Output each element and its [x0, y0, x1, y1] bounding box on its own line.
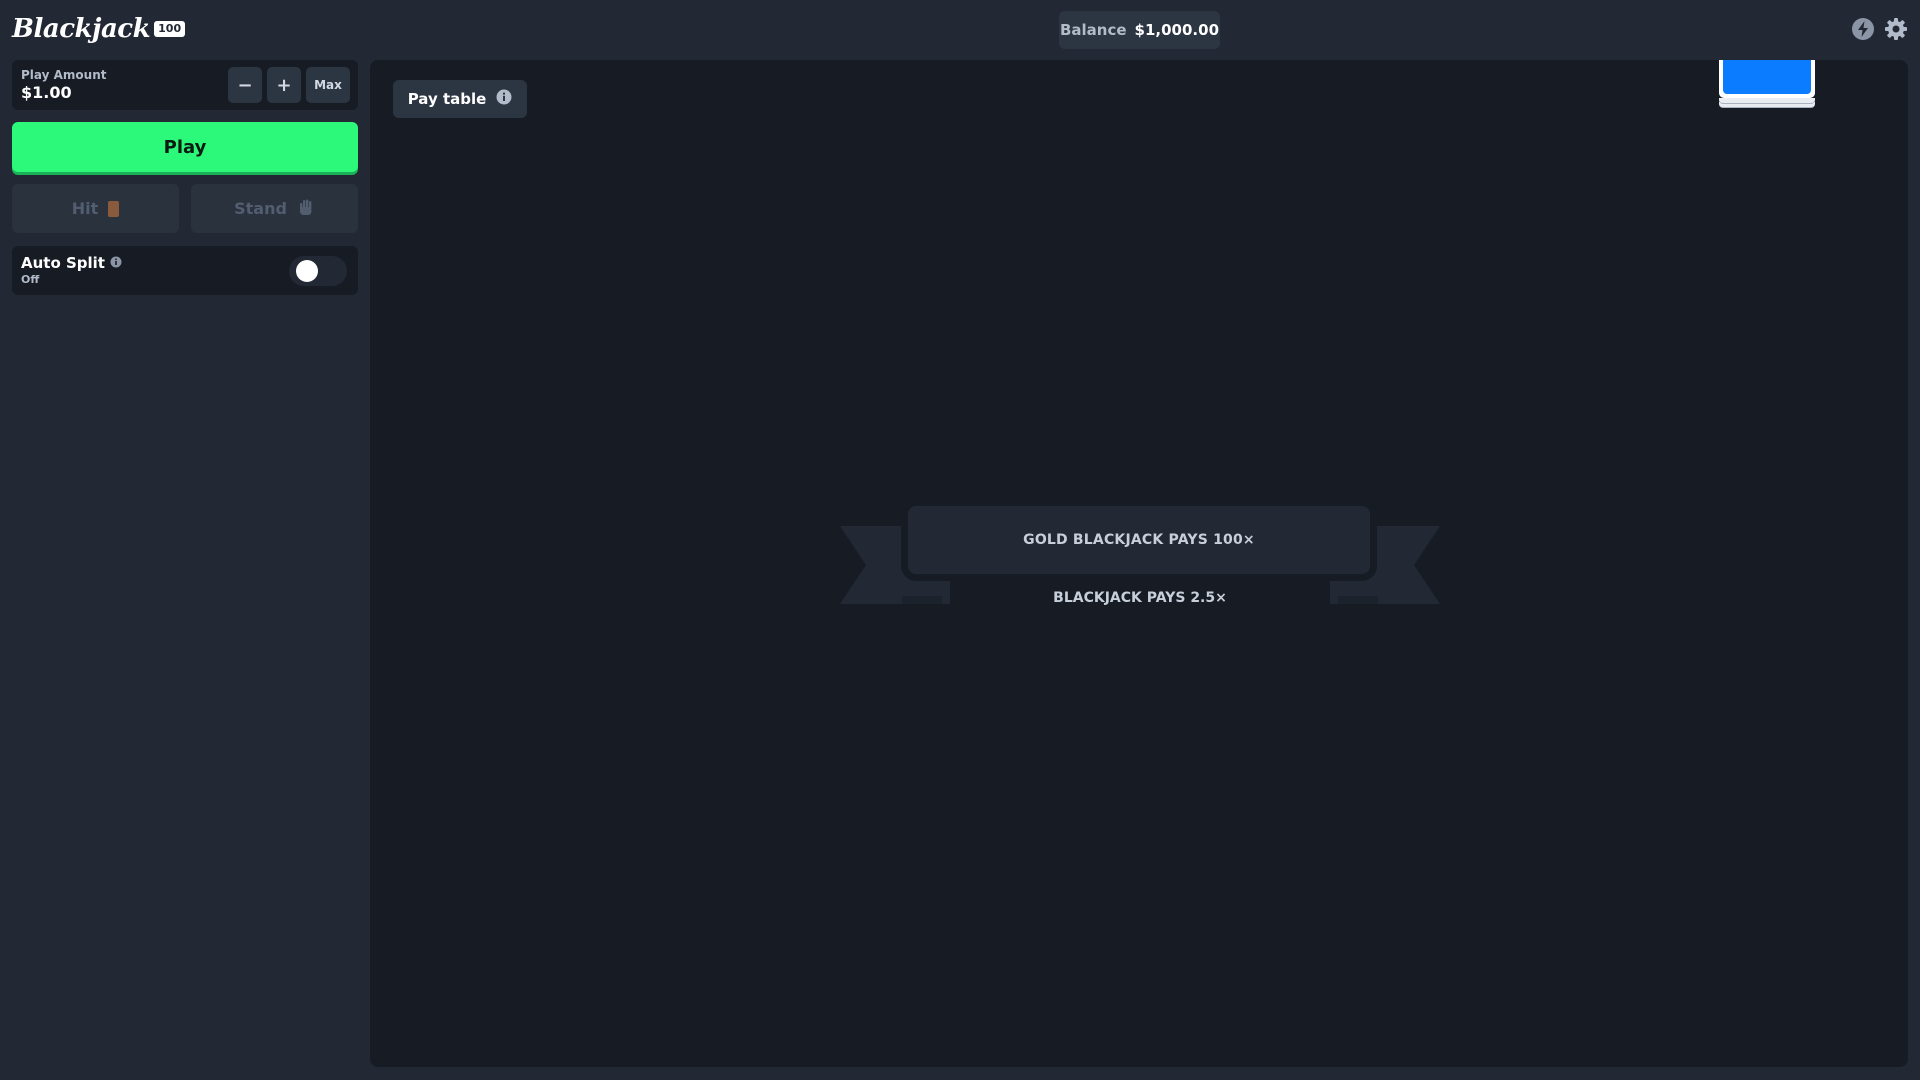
- lightning-icon[interactable]: [1851, 17, 1875, 41]
- gear-icon[interactable]: [1884, 17, 1908, 41]
- auto-split-title: Auto Split: [21, 254, 122, 272]
- pay-table-button[interactable]: Pay table: [393, 80, 527, 118]
- gold-blackjack-payout: GOLD BLACKJACK PAYS 100×: [908, 506, 1370, 574]
- deck-layer: [1719, 98, 1815, 104]
- info-icon: [496, 89, 512, 109]
- deck-top-card: [1719, 60, 1815, 98]
- game-logo: Blackjack 100: [12, 10, 186, 48]
- increase-amount-button[interactable]: +: [267, 67, 301, 103]
- info-icon[interactable]: [110, 254, 122, 272]
- payout-banner: GOLD BLACKJACK PAYS 100× BLACKJACK PAYS …: [840, 506, 1440, 616]
- play-amount-label: Play Amount: [21, 68, 107, 82]
- pay-table-label: Pay table: [407, 90, 487, 108]
- balance-value: $1,000.00: [1134, 21, 1220, 39]
- play-button[interactable]: Play: [12, 122, 358, 172]
- game-table: Pay table GOLD BLACKJACK PAYS 100× BLACK…: [370, 60, 1908, 1067]
- blackjack-payout: BLACKJACK PAYS 2.5×: [1053, 590, 1227, 606]
- hit-button[interactable]: Hit: [12, 184, 179, 233]
- auto-split-label: Auto Split: [21, 254, 105, 272]
- top-bar: Blackjack 100 Balance $1,000.00: [0, 0, 1920, 58]
- toggle-knob: [296, 260, 318, 282]
- card-deck: [1719, 60, 1815, 110]
- hand-icon: [297, 198, 315, 220]
- balance-label: Balance: [1059, 21, 1127, 39]
- max-amount-button[interactable]: Max: [306, 67, 350, 103]
- hit-label: Hit: [71, 199, 99, 218]
- auto-split-setting: Auto Split Off: [12, 246, 358, 295]
- auto-split-toggle[interactable]: [289, 256, 347, 286]
- play-amount-field[interactable]: Play Amount $1.00 − + Max: [12, 60, 358, 110]
- card-back: [1723, 60, 1811, 94]
- balance-display: Balance $1,000.00: [1059, 11, 1220, 49]
- logo-badge: 100: [154, 21, 186, 37]
- logo-text: Blackjack: [12, 14, 151, 44]
- auto-split-state: Off: [21, 273, 40, 286]
- play-amount-value: $1.00: [21, 83, 72, 102]
- stand-label: Stand: [234, 199, 287, 218]
- stand-button[interactable]: Stand: [191, 184, 358, 233]
- card-icon: [108, 200, 120, 217]
- decrease-amount-button[interactable]: −: [228, 67, 262, 103]
